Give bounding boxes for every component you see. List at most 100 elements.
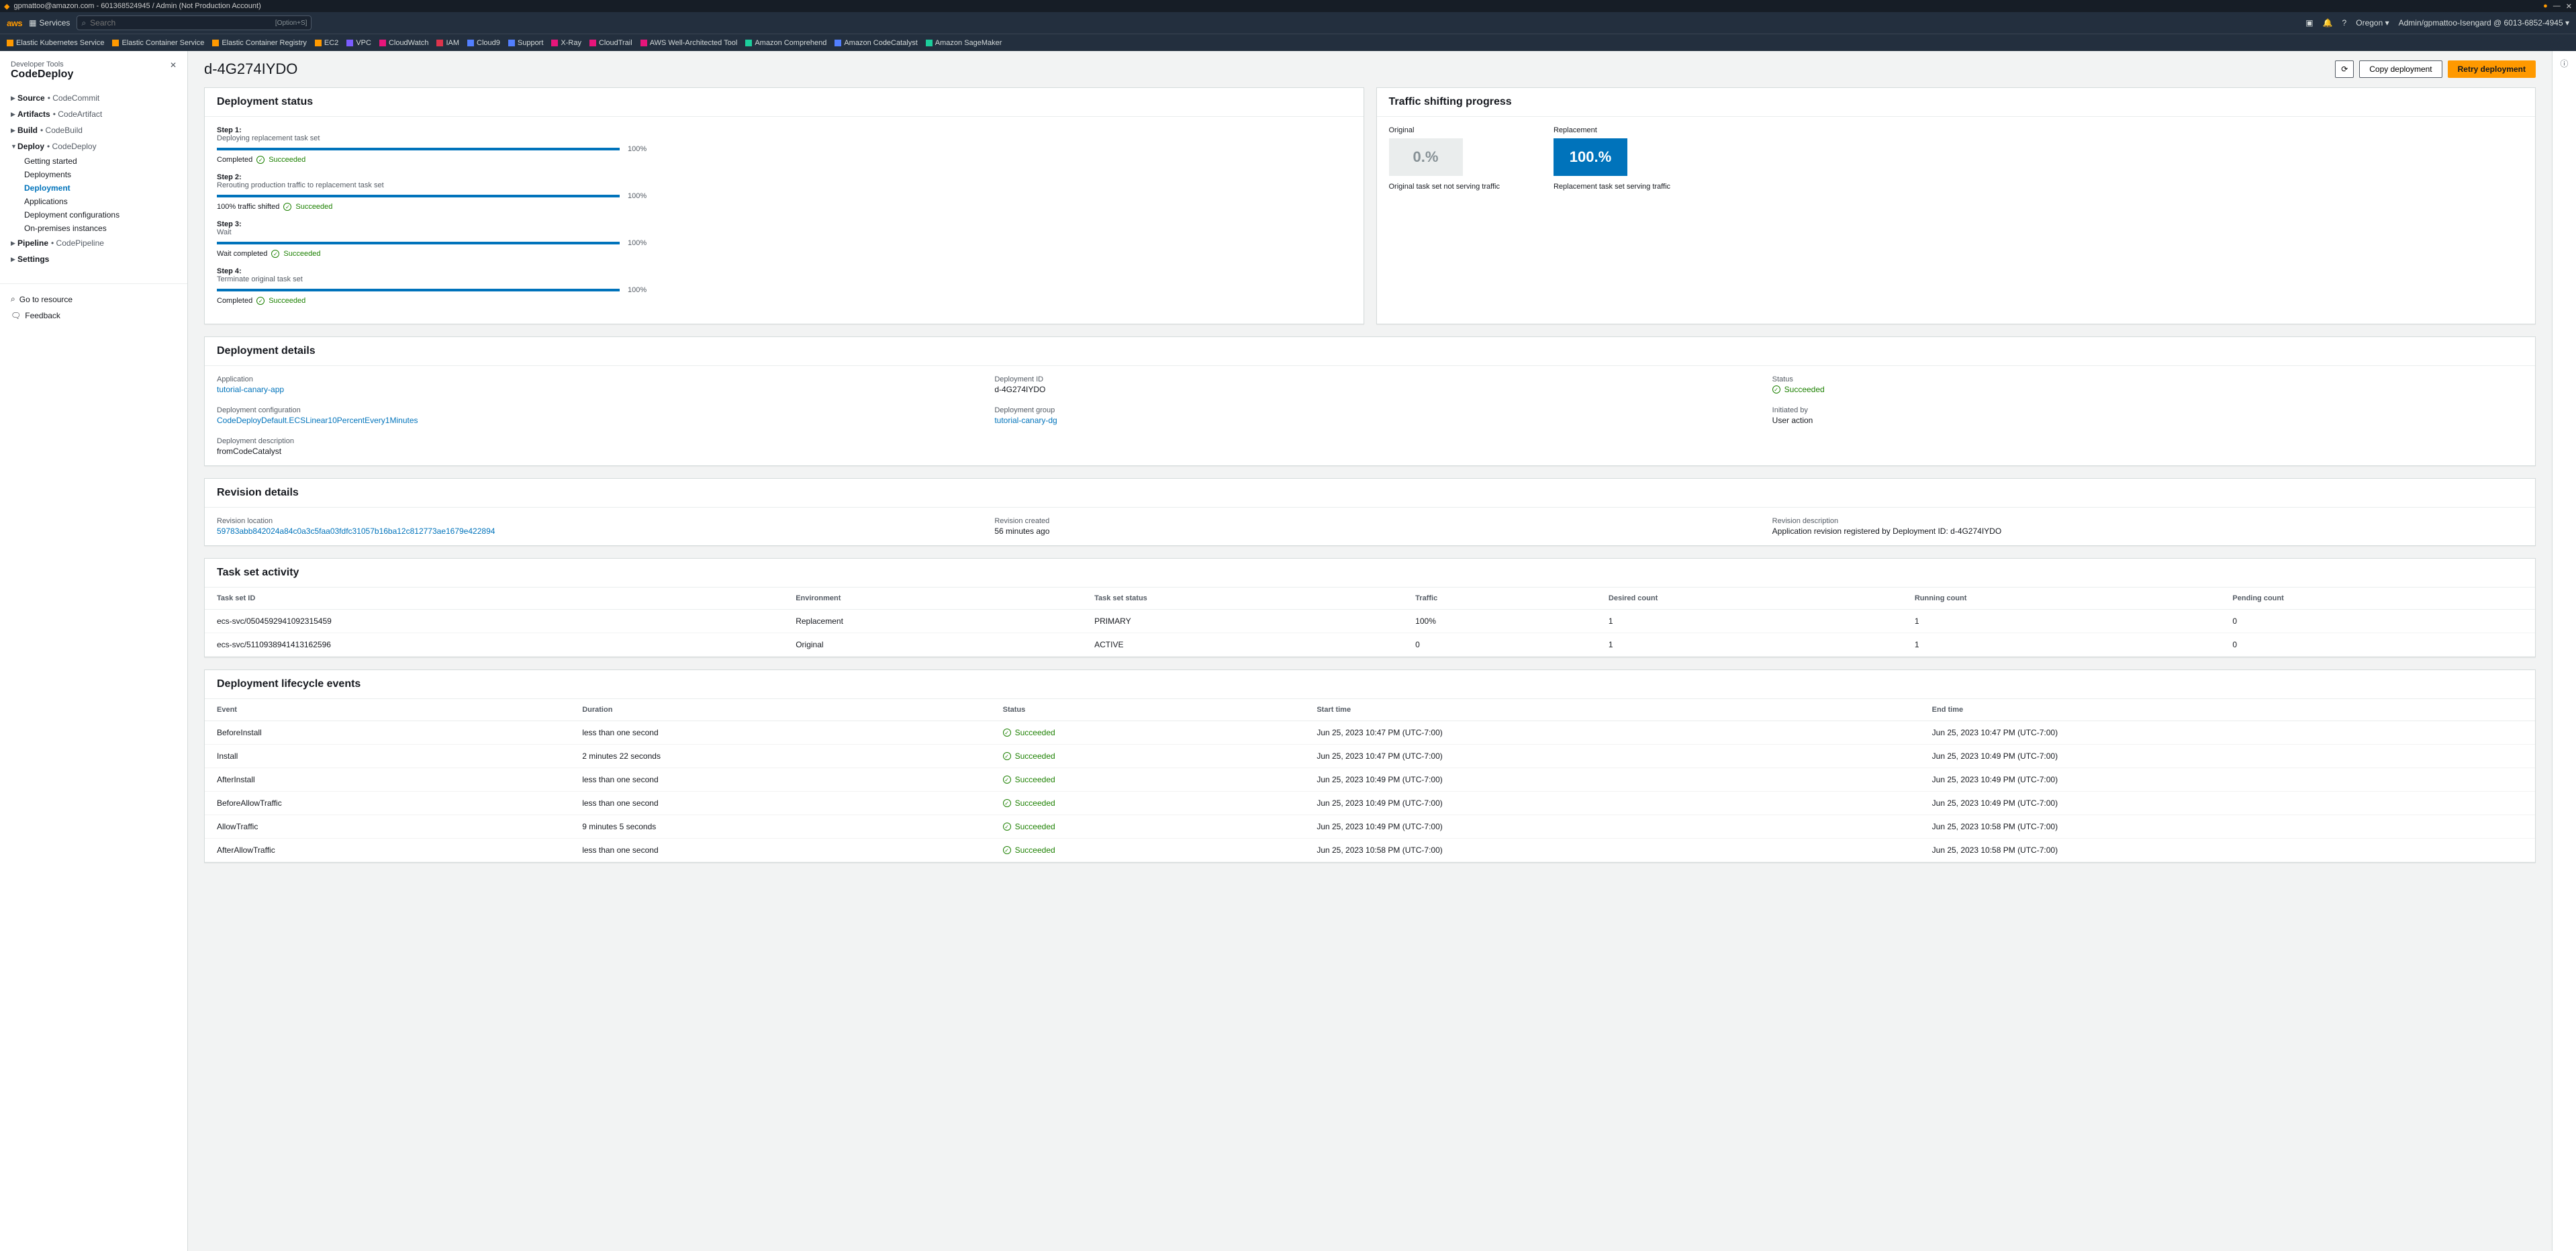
table-cell: 1 xyxy=(1596,633,1903,657)
sidebar-subitem[interactable]: Deployment xyxy=(0,181,187,195)
table-cell: Jun 25, 2023 10:49 PM (UTC-7:00) xyxy=(1920,768,2535,792)
column-header[interactable]: Running count xyxy=(1903,588,2221,610)
page-title: d-4G274IYDO xyxy=(204,60,297,78)
search-icon: ⌕ xyxy=(81,18,86,28)
sidebar-subitem[interactable]: Getting started xyxy=(0,154,187,168)
favorite-service[interactable]: CloudWatch xyxy=(379,39,429,47)
retry-deployment-button[interactable]: Retry deployment xyxy=(2448,60,2536,78)
traffic-original: Original 0.% Original task set not servi… xyxy=(1389,126,1500,191)
deployment-details-panel: Deployment details Applicationtutorial-c… xyxy=(204,336,2536,466)
content-area: d-4G274IYDO ⟳ Copy deployment Retry depl… xyxy=(188,51,2552,1251)
column-header[interactable]: Status xyxy=(991,699,1305,721)
revision-link[interactable]: 59783abb842024a84c0a3c5faa03fdfc31057b16… xyxy=(217,526,495,536)
detail-link[interactable]: CodeDeployDefault.ECSLinear10PercentEver… xyxy=(217,416,418,425)
detail-link[interactable]: tutorial-canary-dg xyxy=(994,416,1057,425)
lifecycle-heading: Deployment lifecycle events xyxy=(205,670,2535,699)
table-cell: ✓Succeeded xyxy=(991,745,1305,768)
favorite-service[interactable]: Elastic Kubernetes Service xyxy=(7,39,104,47)
copy-deployment-button[interactable]: Copy deployment xyxy=(2359,60,2442,78)
sidebar-item[interactable]: ▼Deploy • CodeDeploy xyxy=(0,138,187,154)
sidebar-item[interactable]: ▶Source • CodeCommit xyxy=(0,90,187,106)
favorite-service[interactable]: Amazon SageMaker xyxy=(926,39,1002,47)
column-header[interactable]: Traffic xyxy=(1403,588,1596,610)
help-panel-rail[interactable]: ⓘ xyxy=(2552,51,2576,1251)
detail-field: Applicationtutorial-canary-app xyxy=(217,375,967,394)
app-icon: ◆ xyxy=(4,2,9,11)
table-cell: less than one second xyxy=(570,721,990,745)
sidebar-subitem[interactable]: On-premises instances xyxy=(0,222,187,235)
revision-field: Revision descriptionApplication revision… xyxy=(1772,517,2523,536)
favorite-service[interactable]: Cloud9 xyxy=(467,39,500,47)
column-header[interactable]: Task set ID xyxy=(205,588,783,610)
column-header[interactable]: Start time xyxy=(1304,699,1919,721)
close-icon[interactable]: ✕ xyxy=(2566,2,2572,11)
column-header[interactable]: End time xyxy=(1920,699,2535,721)
detail-field: Deployment descriptionfromCodeCatalyst xyxy=(217,437,967,456)
table-cell: 0 xyxy=(2220,633,2535,657)
success-icon: ✓ xyxy=(1003,799,1011,807)
table-cell: 0 xyxy=(2220,610,2535,633)
services-menu[interactable]: ▦ Services xyxy=(29,18,70,28)
sidebar-item[interactable]: ▶Build • CodeBuild xyxy=(0,122,187,138)
success-icon: ✓ xyxy=(1003,752,1011,760)
go-to-resource[interactable]: ⌕Go to resource xyxy=(0,291,187,308)
sidebar-subitem[interactable]: Deployment configurations xyxy=(0,208,187,222)
sidebar-subitem[interactable]: Deployments xyxy=(0,168,187,181)
sidebar-subitem[interactable]: Applications xyxy=(0,195,187,208)
table-row: AfterInstallless than one second✓Succeed… xyxy=(205,768,2535,792)
sidebar-close-icon[interactable]: ✕ xyxy=(170,60,177,81)
favorite-service[interactable]: AWS Well-Architected Tool xyxy=(640,39,738,47)
sidebar-item[interactable]: ▶Settings xyxy=(0,251,187,267)
table-cell: Jun 25, 2023 10:58 PM (UTC-7:00) xyxy=(1304,839,1919,862)
table-cell: 9 minutes 5 seconds xyxy=(570,815,990,839)
sidebar-item[interactable]: ▶Pipeline • CodePipeline xyxy=(0,235,187,251)
detail-field: Initiated byUser action xyxy=(1772,406,2523,425)
feedback-link[interactable]: 🗨Feedback xyxy=(0,308,187,324)
detail-link[interactable]: tutorial-canary-app xyxy=(217,385,284,394)
table-row: BeforeAllowTrafficless than one second✓S… xyxy=(205,792,2535,815)
region-selector[interactable]: Oregon ▾ xyxy=(2356,18,2389,28)
revision-heading: Revision details xyxy=(205,479,2535,508)
caret-icon: ▼ xyxy=(11,143,17,150)
table-cell: ecs-svc/5110938941413162596 xyxy=(205,633,783,657)
notifications-icon[interactable]: 🔔 xyxy=(2323,18,2333,28)
deployment-status-heading: Deployment status xyxy=(205,88,1364,117)
minimize-icon[interactable]: — xyxy=(2553,2,2561,11)
column-header[interactable]: Task set status xyxy=(1082,588,1403,610)
search-shortcut: [Option+S] xyxy=(275,19,307,27)
favorite-service[interactable]: Support xyxy=(508,39,544,47)
sidebar-item[interactable]: ▶Artifacts • CodeArtifact xyxy=(0,106,187,122)
column-header[interactable]: Environment xyxy=(783,588,1082,610)
aws-logo[interactable]: aws xyxy=(7,18,22,28)
column-header[interactable]: Pending count xyxy=(2220,588,2535,610)
table-row: Install2 minutes 22 seconds✓SucceededJun… xyxy=(205,745,2535,768)
sidebar-title[interactable]: CodeDeploy xyxy=(11,68,73,81)
favorite-service[interactable]: Amazon Comprehend xyxy=(745,39,826,47)
user-menu[interactable]: Admin/gpmattoo-Isengard @ 6013-6852-4945… xyxy=(2399,18,2569,28)
table-cell: Install xyxy=(205,745,570,768)
table-cell: 0 xyxy=(1403,633,1596,657)
column-header[interactable]: Duration xyxy=(570,699,990,721)
favorite-service[interactable]: X-Ray xyxy=(551,39,581,47)
refresh-button[interactable]: ⟳ xyxy=(2335,60,2354,78)
column-header[interactable]: Event xyxy=(205,699,570,721)
favorite-service[interactable]: IAM xyxy=(436,39,459,47)
search-input[interactable] xyxy=(86,18,275,28)
favorite-service[interactable]: Elastic Container Service xyxy=(112,39,204,47)
favorite-service[interactable]: Amazon CodeCatalyst xyxy=(834,39,917,47)
revision-field: Revision created56 minutes ago xyxy=(994,517,1745,536)
column-header[interactable]: Desired count xyxy=(1596,588,1903,610)
help-icon[interactable]: ? xyxy=(2342,18,2347,28)
favorite-services-bar: Elastic Kubernetes Service Elastic Contai… xyxy=(0,34,2576,51)
revision-field: Revision location59783abb842024a84c0a3c5… xyxy=(217,517,967,536)
search-box[interactable]: ⌕ [Option+S] xyxy=(77,15,312,30)
cloudshell-icon[interactable]: ▣ xyxy=(2305,18,2313,28)
info-icon[interactable]: ⓘ xyxy=(2560,58,2568,1251)
favorite-service[interactable]: CloudTrail xyxy=(589,39,632,47)
table-row: ecs-svc/5110938941413162596OriginalACTIV… xyxy=(205,633,2535,657)
table-cell: BeforeAllowTraffic xyxy=(205,792,570,815)
favorite-service[interactable]: Elastic Container Registry xyxy=(212,39,307,47)
favorite-service[interactable]: VPC xyxy=(346,39,371,47)
favorite-service[interactable]: EC2 xyxy=(315,39,338,47)
service-icon xyxy=(379,40,386,46)
